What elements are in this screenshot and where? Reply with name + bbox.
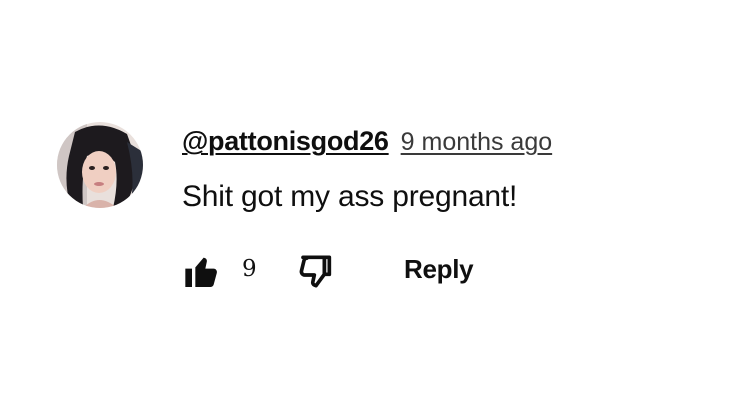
reply-button[interactable]: Reply: [404, 254, 474, 285]
comment-text: Shit got my ass pregnant!: [182, 180, 518, 213]
dislike-button[interactable]: [296, 252, 336, 292]
thumbs-down-icon: [299, 255, 332, 288]
thumbs-up-icon: [185, 257, 217, 287]
author-link[interactable]: @pattonisgod26: [182, 126, 389, 157]
avatar-image: [57, 122, 143, 208]
comment-actions: 9 Reply: [182, 250, 502, 294]
comment-thread: @pattonisgod26 9 months ago Shit got my …: [0, 0, 733, 410]
timestamp-link[interactable]: 9 months ago: [401, 128, 553, 157]
like-button[interactable]: [182, 252, 222, 292]
comment-header: @pattonisgod26 9 months ago: [182, 126, 552, 162]
avatar[interactable]: [57, 122, 143, 208]
like-count: 9: [242, 256, 257, 282]
